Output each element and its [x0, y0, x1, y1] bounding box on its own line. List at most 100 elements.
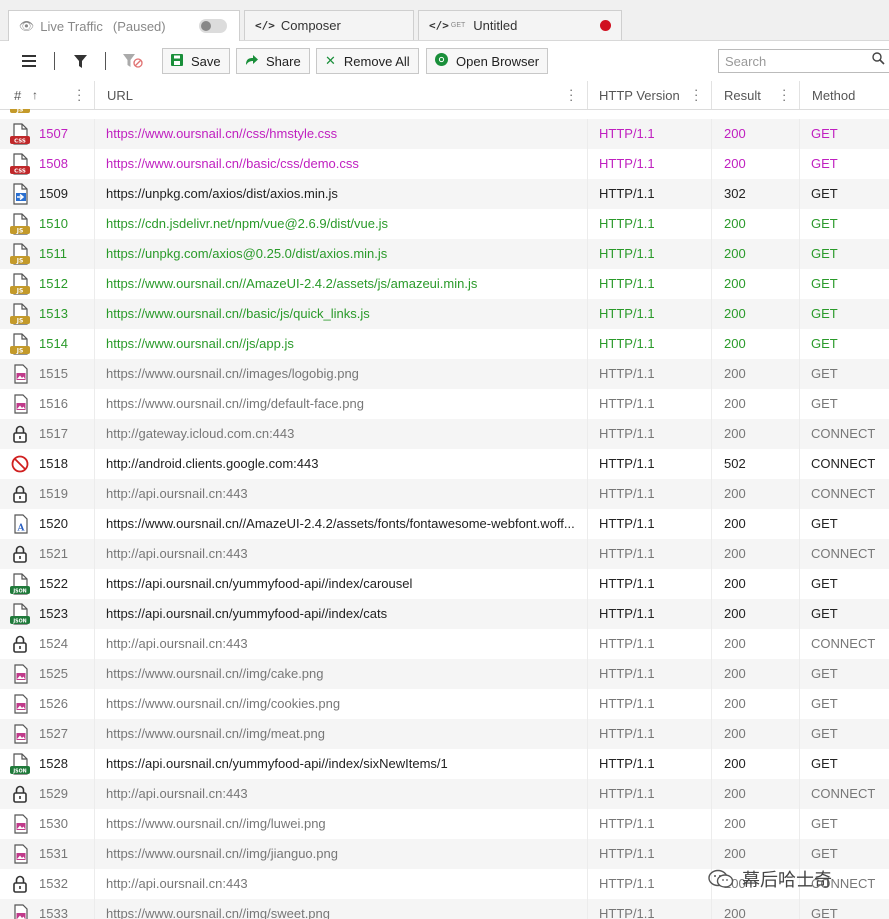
row-result: 200 [724, 126, 746, 141]
menu-icon[interactable] [18, 51, 40, 71]
tab-live-traffic[interactable]: 👁 Live Traffic (Paused) [8, 10, 240, 41]
lock-file-icon [13, 545, 27, 563]
table-row[interactable]: 1530 https://www.oursnail.cn//img/luwei.p… [0, 809, 889, 839]
table-row[interactable]: 1531 https://www.oursnail.cn//img/jianguo… [0, 839, 889, 869]
column-version-header[interactable]: HTTP Version [599, 88, 680, 103]
table-row[interactable]: 1518 http://android.clients.google.com:44… [0, 449, 889, 479]
row-method: CONNECT [811, 486, 876, 501]
row-result: 200 [724, 726, 746, 741]
save-button[interactable]: Save [162, 48, 230, 74]
json-file-icon: JSON [10, 603, 30, 625]
table-row[interactable]: 1517 http://gateway.icloud.com.cn:443 HTTP… [0, 419, 889, 449]
row-result: 200 [724, 696, 746, 711]
column-divider [94, 839, 95, 869]
row-url: https://www.oursnail.cn//img/jianguo.png [106, 846, 338, 861]
filter-icon[interactable] [69, 51, 91, 71]
capture-toggle[interactable] [199, 19, 227, 33]
table-row[interactable]: JS 1511 https://unpkg.com/axios@0.25.0/dis… [0, 239, 889, 269]
row-method: GET [811, 336, 838, 351]
column-method-header[interactable]: Method [812, 88, 855, 103]
share-button[interactable]: Share [236, 48, 310, 74]
column-divider [711, 509, 712, 539]
row-http-version: HTTP/1.1 [599, 786, 655, 801]
row-number: 1522 [39, 576, 68, 591]
row-number: 1512 [39, 276, 68, 291]
row-url: http://api.oursnail.cn:443 [106, 636, 248, 651]
row-method: GET [811, 156, 838, 171]
column-divider [94, 509, 95, 539]
table-row[interactable]: 1515 https://www.oursnail.cn//images/logo… [0, 359, 889, 389]
row-result: 200 [724, 216, 746, 231]
row-url: http://gateway.icloud.com.cn:443 [106, 426, 295, 441]
open-browser-button[interactable]: Open Browser [426, 48, 549, 74]
column-divider [587, 539, 588, 569]
column-divider [587, 359, 588, 389]
column-divider [799, 779, 800, 809]
column-divider [587, 869, 588, 899]
share-icon [245, 54, 258, 69]
table-row-partial[interactable]: JS [0, 109, 889, 119]
column-url-menu-icon[interactable]: · · · [569, 83, 573, 106]
unsaved-indicator-icon[interactable] [600, 20, 611, 31]
column-result-header[interactable]: Result [724, 88, 761, 103]
column-divider [799, 81, 800, 109]
code-icon: </> [429, 19, 449, 32]
table-row[interactable]: 1533 https://www.oursnail.cn//img/sweet.p… [0, 899, 889, 919]
table-row[interactable]: 1524 http://api.oursnail.cn:443 HTTP/1.1 20… [0, 629, 889, 659]
js-file-icon: JS [10, 303, 30, 325]
table-row[interactable]: JS 1514 https://www.oursnail.cn//js/app.js… [0, 329, 889, 359]
row-number: 1524 [39, 636, 68, 651]
search-input[interactable] [718, 49, 889, 73]
column-url-header[interactable]: URL [107, 88, 133, 103]
column-divider [799, 359, 800, 389]
svg-text:JS: JS [16, 318, 24, 325]
table-row[interactable]: CSS 1507 https://www.oursnail.cn//css/hmst… [0, 119, 889, 149]
table-row[interactable]: A 1520 https://www.oursnail.cn//AmazeUI-2.… [0, 509, 889, 539]
column-divider [94, 569, 95, 599]
table-row[interactable]: 1519 http://api.oursnail.cn:443 HTTP/1.1 20… [0, 479, 889, 509]
clear-filter-icon[interactable] [122, 51, 144, 71]
row-number: 1517 [39, 426, 68, 441]
svg-text:JS: JS [16, 288, 24, 295]
table-row[interactable]: 1526 https://www.oursnail.cn//img/cookies… [0, 689, 889, 719]
tab-untitled[interactable]: </> GET Untitled [418, 10, 622, 40]
remove-all-button-label: Remove All [343, 53, 410, 69]
row-http-version: HTTP/1.1 [599, 816, 655, 831]
column-divider [587, 239, 588, 269]
column-divider [94, 869, 95, 899]
column-num-header[interactable]: # [14, 88, 21, 103]
table-row[interactable]: JSON 1522 https://api.oursnail.cn/yummyfoo… [0, 569, 889, 599]
table-row[interactable]: JSON 1528 https://api.oursnail.cn/yummyfoo… [0, 749, 889, 779]
row-result: 200 [724, 786, 746, 801]
tab-live-traffic-label: Live Traffic [40, 18, 103, 34]
search-icon[interactable] [872, 52, 885, 68]
sort-ascending-icon[interactable]: ↑ [32, 88, 38, 102]
table-row[interactable]: 1516 https://www.oursnail.cn//img/default… [0, 389, 889, 419]
column-divider [94, 689, 95, 719]
table-row[interactable]: 1521 http://api.oursnail.cn:443 HTTP/1.1 20… [0, 539, 889, 569]
column-num-menu-icon[interactable]: · · · [77, 83, 81, 106]
table-row[interactable]: CSS 1508 https://www.oursnail.cn//basic/cs… [0, 149, 889, 179]
table-row[interactable]: JSON 1523 https://api.oursnail.cn/yummyfoo… [0, 599, 889, 629]
row-result: 200 [724, 816, 746, 831]
column-divider [94, 81, 95, 109]
column-divider [94, 719, 95, 749]
column-divider [799, 239, 800, 269]
table-row[interactable]: 1509 https://unpkg.com/axios/dist/axios.m… [0, 179, 889, 209]
column-divider [711, 209, 712, 239]
row-method: CONNECT [811, 636, 876, 651]
table-row[interactable]: 1525 https://www.oursnail.cn//img/cake.pn… [0, 659, 889, 689]
tab-composer[interactable]: </> Composer [244, 10, 414, 40]
column-version-menu-icon[interactable]: · · · [694, 83, 698, 106]
row-method: GET [811, 366, 838, 381]
table-row[interactable]: 1527 https://www.oursnail.cn//img/meat.pn… [0, 719, 889, 749]
row-url: https://unpkg.com/axios@0.25.0/dist/axio… [106, 246, 388, 261]
row-result: 200 [724, 276, 746, 291]
row-number: 1515 [39, 366, 68, 381]
table-row[interactable]: 1529 http://api.oursnail.cn:443 HTTP/1.1 20… [0, 779, 889, 809]
table-row[interactable]: JS 1512 https://www.oursnail.cn//AmazeUI-2… [0, 269, 889, 299]
table-row[interactable]: JS 1513 https://www.oursnail.cn//basic/js/… [0, 299, 889, 329]
remove-all-button[interactable]: ✕ Remove All [316, 48, 419, 74]
table-row[interactable]: JS 1510 https://cdn.jsdelivr.net/npm/vue@2… [0, 209, 889, 239]
column-result-menu-icon[interactable]: · · · [782, 83, 786, 106]
